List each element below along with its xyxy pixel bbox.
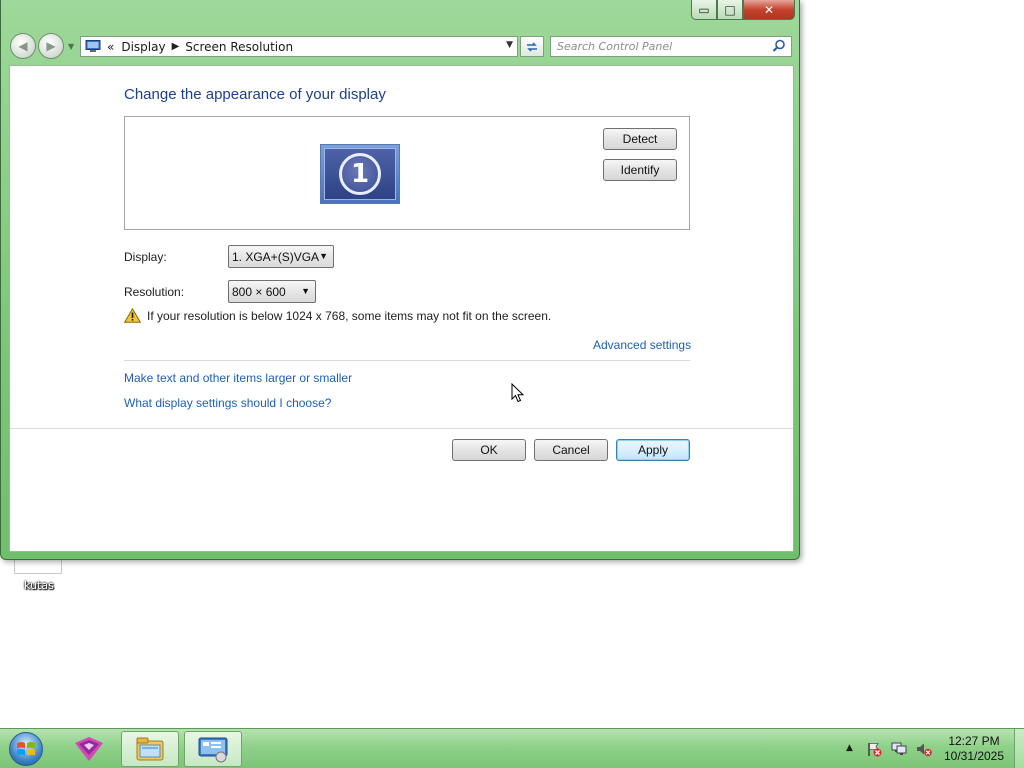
navigation-buttons: ◀ ▶ ▼ bbox=[10, 33, 74, 59]
recent-pages-dropdown-icon[interactable]: ▼ bbox=[68, 42, 74, 51]
show-hidden-icons-button[interactable]: ▲ bbox=[846, 743, 853, 753]
divider bbox=[124, 360, 690, 361]
mouse-cursor-icon bbox=[511, 383, 525, 403]
advanced-settings-link[interactable]: Advanced settings bbox=[593, 338, 691, 352]
screen-resolution-window: ▭ □ ✕ ◀ ▶ ▼ « Display ▶ Screen Resolutio… bbox=[0, 0, 800, 560]
apply-button[interactable]: Apply bbox=[616, 439, 690, 461]
display-preview-area: 1 Detect Identify bbox=[124, 116, 690, 230]
clock-time: 12:27 PM bbox=[948, 734, 1000, 748]
footer-divider bbox=[10, 428, 793, 429]
refresh-icon bbox=[527, 41, 537, 52]
ok-button[interactable]: OK bbox=[452, 439, 526, 461]
monitor-number: 1 bbox=[339, 153, 381, 195]
warning-icon bbox=[124, 308, 141, 323]
identify-button[interactable]: Identify bbox=[603, 159, 677, 181]
start-button[interactable] bbox=[6, 731, 46, 767]
resolution-warning: If your resolution is below 1024 x 768, … bbox=[124, 308, 551, 323]
search-input[interactable]: Search Control Panel bbox=[550, 36, 792, 57]
display-select[interactable]: 1. XGA+(S)VGA ▼ bbox=[228, 245, 334, 268]
minimize-button[interactable]: ▭ bbox=[691, 0, 717, 20]
taskbar-app-visual-studio[interactable] bbox=[60, 731, 118, 767]
taskbar: ▲ 12:27 PM 10/31/2025 bbox=[0, 728, 1024, 768]
control-panel-icon bbox=[85, 40, 101, 52]
text-size-link[interactable]: Make text and other items larger or smal… bbox=[124, 371, 352, 385]
resolution-select-value: 800 × 600 bbox=[232, 284, 286, 299]
forward-arrow-icon[interactable]: ▶ bbox=[38, 33, 64, 59]
refresh-button[interactable] bbox=[520, 36, 544, 57]
windows-logo-icon bbox=[9, 732, 43, 766]
close-button[interactable]: ✕ bbox=[743, 0, 795, 20]
chevron-down-icon: ▼ bbox=[301, 286, 310, 296]
visual-studio-icon bbox=[75, 737, 103, 761]
monitor-screen: 1 bbox=[324, 148, 396, 200]
warning-text: If your resolution is below 1024 x 768, … bbox=[147, 308, 552, 323]
action-center-flag-icon[interactable] bbox=[866, 741, 882, 757]
taskbar-app-explorer[interactable] bbox=[121, 731, 179, 767]
resolution-label: Resolution: bbox=[124, 285, 185, 299]
window-controls: ▭ □ ✕ bbox=[691, 0, 795, 20]
control-panel-app-icon bbox=[198, 737, 228, 763]
search-icon[interactable] bbox=[772, 39, 786, 53]
address-bar[interactable]: « Display ▶ Screen Resolution ▼ bbox=[80, 36, 518, 57]
search-placeholder: Search Control Panel bbox=[557, 40, 673, 53]
desktop-icon-label[interactable]: kutas bbox=[14, 579, 64, 592]
address-dropdown-icon[interactable]: ▼ bbox=[506, 40, 513, 50]
clock-date: 10/31/2025 bbox=[943, 749, 1005, 763]
breadcrumb-overflow[interactable]: « bbox=[107, 40, 114, 54]
chevron-down-icon: ▼ bbox=[319, 251, 328, 261]
cancel-button[interactable]: Cancel bbox=[534, 439, 608, 461]
back-arrow-icon[interactable]: ◀ bbox=[10, 33, 36, 59]
display-help-link[interactable]: What display settings should I choose? bbox=[124, 396, 331, 410]
show-desktop-button[interactable] bbox=[1014, 729, 1024, 768]
content-pane: Change the appearance of your display 1 … bbox=[9, 65, 794, 552]
page-title: Change the appearance of your display bbox=[124, 86, 386, 103]
detect-button[interactable]: Detect bbox=[603, 128, 677, 150]
display-select-value: 1. XGA+(S)VGA bbox=[232, 249, 320, 264]
volume-muted-icon[interactable] bbox=[916, 741, 932, 757]
network-icon[interactable] bbox=[891, 741, 907, 757]
breadcrumb-screen-resolution[interactable]: Screen Resolution bbox=[185, 40, 293, 54]
folder-icon bbox=[136, 737, 164, 761]
breadcrumb-separator-icon[interactable]: ▶ bbox=[172, 41, 180, 52]
taskbar-app-control-panel[interactable] bbox=[184, 731, 242, 767]
resolution-select[interactable]: 800 × 600 ▼ bbox=[228, 280, 316, 303]
maximize-button[interactable]: □ bbox=[717, 0, 743, 20]
system-clock[interactable]: 12:27 PM 10/31/2025 bbox=[938, 734, 1010, 764]
display-label: Display: bbox=[124, 250, 167, 264]
breadcrumb-display[interactable]: Display bbox=[121, 40, 165, 54]
monitor-1-tile[interactable]: 1 bbox=[320, 144, 400, 204]
